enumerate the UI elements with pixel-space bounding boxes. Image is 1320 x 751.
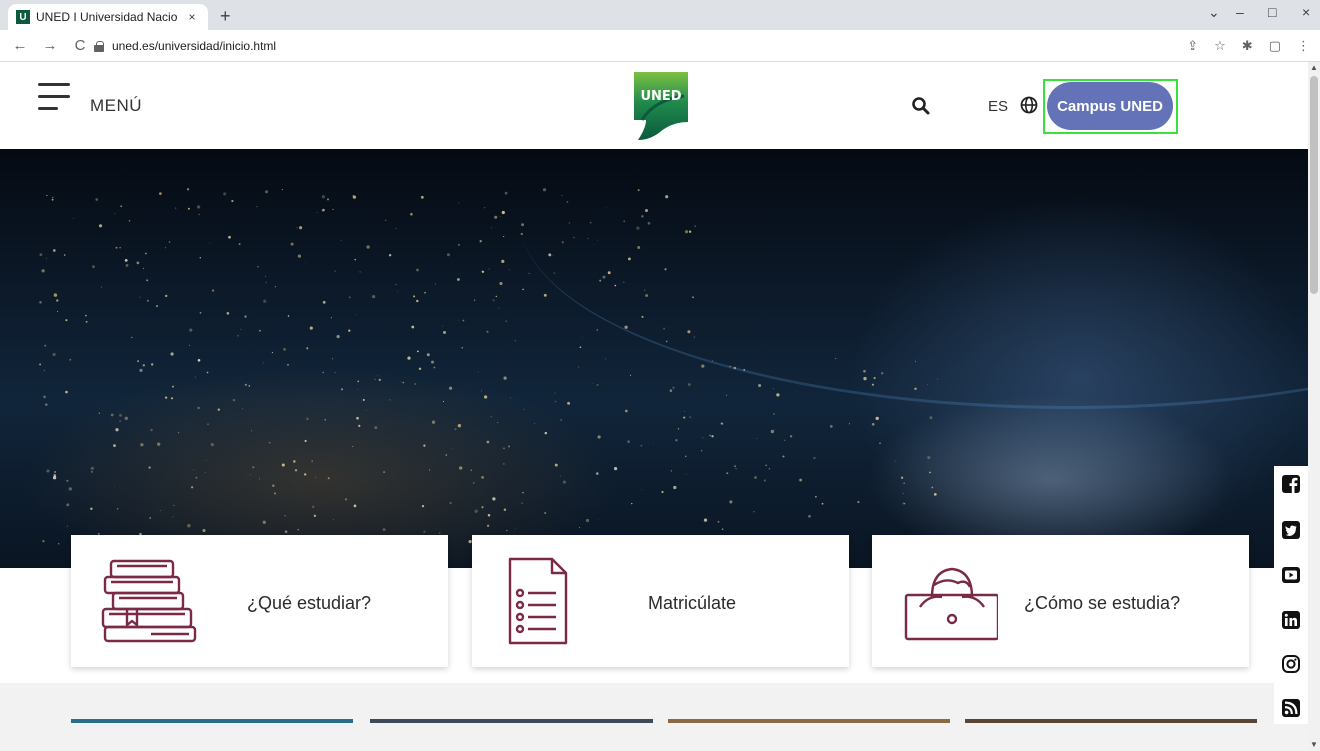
card-como-se-estudia[interactable]: ¿Cómo se estudia? [872,535,1249,667]
card-label: Matricúlate [648,593,737,613]
scroll-down-arrow-icon[interactable]: ▼ [1308,739,1320,751]
card-label: ¿Qué estudiar? [247,593,372,613]
forward-button[interactable]: → [40,37,60,54]
logo-text: UNED [640,89,681,104]
instagram-icon[interactable] [1282,655,1300,673]
address-bar: ← → C uned.es/universidad/inicio.html ⇪ … [0,30,1320,62]
social-links-rail [1274,466,1308,724]
share-icon[interactable]: ⇪ [1187,38,1198,54]
extensions-puzzle-icon[interactable]: ✱ [1242,38,1253,54]
lock-icon [94,41,104,52]
tab-close-icon[interactable]: × [184,10,200,24]
scroll-thumb[interactable] [1310,76,1318,294]
close-window-button[interactable]: × [1302,4,1310,20]
youtube-icon[interactable] [1282,566,1300,584]
maximize-button[interactable]: □ [1268,4,1276,20]
bookmark-star-icon[interactable]: ☆ [1214,38,1226,54]
tab-search-chevron-icon[interactable]: ⌄ [1208,4,1220,21]
scroll-up-arrow-icon[interactable]: ▲ [1308,62,1320,74]
twitter-icon[interactable] [1282,521,1300,539]
browser-tab[interactable]: U UNED I Universidad Nacio × [8,4,208,30]
search-icon[interactable] [911,96,931,116]
new-tab-button[interactable]: + [220,6,231,26]
side-panel-icon[interactable]: ▢ [1269,38,1281,54]
linkedin-icon[interactable] [1282,611,1300,629]
hero-earth-night-image [0,149,1308,568]
browser-tabstrip: U UNED I Universidad Nacio × + ⌄ – □ × [0,0,1320,30]
url-text: uned.es/universidad/inicio.html [112,39,277,53]
browser-toolbar-icons: ⇪ ☆ ✱ ▢ ⋮ [1187,38,1310,54]
minimize-button[interactable]: – [1236,4,1244,20]
card-matriculate[interactable]: Matricúlate [472,535,849,667]
rss-icon[interactable] [1282,699,1300,717]
page-scrollbar[interactable]: ▲ ▼ [1308,62,1320,751]
news-image-strip [370,719,653,723]
tab-title: UNED I Universidad Nacio [36,10,178,24]
news-image-strip [71,719,353,723]
site-header: MENÚ UNED ES Campus UNED [0,62,1308,149]
back-button[interactable]: ← [10,37,30,54]
uned-logo[interactable]: UNED [632,70,690,142]
news-image-strip [668,719,950,723]
campus-uned-button[interactable]: Campus UNED [1047,82,1173,130]
lower-section [0,683,1308,751]
student-laptop-icon [904,567,998,641]
language-selector[interactable]: ES [988,98,1008,115]
card-label: ¿Cómo se estudia? [1024,593,1181,613]
globe-icon[interactable] [1019,95,1039,115]
hamburger-menu-icon[interactable] [38,82,70,110]
more-menu-icon[interactable]: ⋮ [1297,38,1310,54]
books-icon [101,559,197,643]
facebook-icon[interactable] [1282,475,1300,493]
document-list-icon [508,557,568,645]
news-image-strip [965,719,1257,723]
uned-favicon-icon: U [16,10,30,24]
card-que-estudiar[interactable]: ¿Qué estudiar? [71,535,448,667]
url-field[interactable]: uned.es/universidad/inicio.html [86,34,1196,58]
menu-label[interactable]: MENÚ [90,96,142,116]
city-lights-overlay [39,188,939,546]
